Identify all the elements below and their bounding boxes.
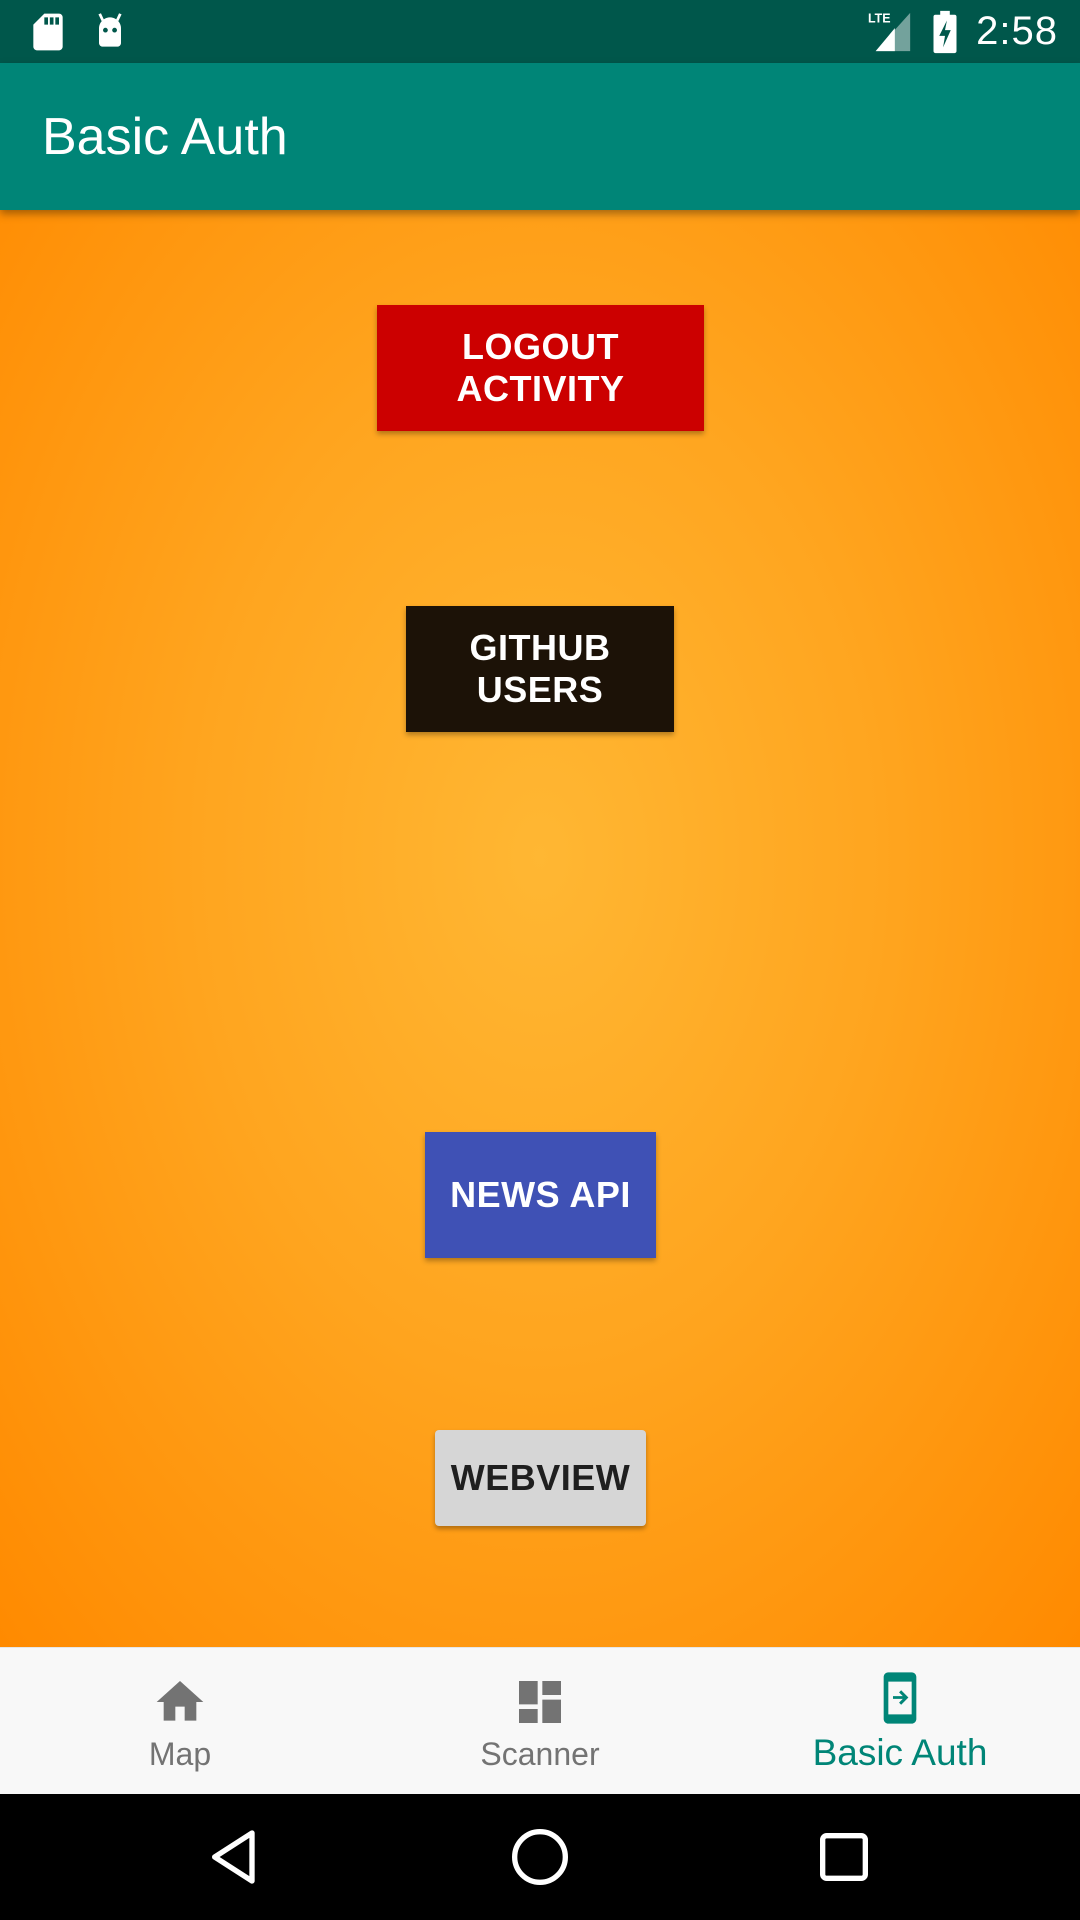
nav-label-map: Map xyxy=(148,1736,212,1772)
home-circle-icon[interactable] xyxy=(508,1825,572,1889)
recents-icon[interactable] xyxy=(812,1825,876,1889)
screen: LTE 2:58 Basic Auth LOGOUT ACTIVITY GITH… xyxy=(0,0,1080,1920)
news-api-button[interactable]: NEWS API xyxy=(425,1132,656,1258)
page-title: Basic Auth xyxy=(42,108,288,166)
status-time: 2:58 xyxy=(976,9,1058,53)
back-icon[interactable] xyxy=(204,1825,268,1889)
svg-text:LTE: LTE xyxy=(868,11,891,25)
lte-signal-icon: LTE xyxy=(868,11,911,51)
bottom-navigation: Map Scanner Basic Auth xyxy=(0,1647,1080,1795)
home-icon xyxy=(156,1681,204,1721)
dashboard-icon xyxy=(519,1681,561,1723)
github-users-button[interactable]: GITHUB USERS xyxy=(406,606,674,732)
status-bar: LTE 2:58 xyxy=(0,0,1080,63)
android-icon xyxy=(98,13,122,47)
battery-charging-icon xyxy=(933,10,957,53)
webview-button[interactable]: WEBVIEW xyxy=(435,1430,646,1526)
system-navigation-bar xyxy=(0,1794,1080,1920)
nav-label-scanner: Scanner xyxy=(480,1736,600,1772)
nav-label-basic-auth: Basic Auth xyxy=(812,1732,988,1773)
status-right-group: LTE 2:58 xyxy=(868,0,1058,63)
nav-item-scanner[interactable]: Scanner xyxy=(360,1648,720,1795)
app-bar: Basic Auth xyxy=(0,63,1080,210)
nav-item-basic-auth[interactable]: Basic Auth xyxy=(720,1648,1080,1795)
phone-login-icon xyxy=(883,1672,917,1724)
main-content: LOGOUT ACTIVITY GITHUB USERS NEWS API WE… xyxy=(0,210,1080,1647)
nav-item-map[interactable]: Map xyxy=(0,1648,360,1795)
logout-activity-button[interactable]: LOGOUT ACTIVITY xyxy=(377,305,704,431)
sd-card-icon xyxy=(33,13,63,51)
